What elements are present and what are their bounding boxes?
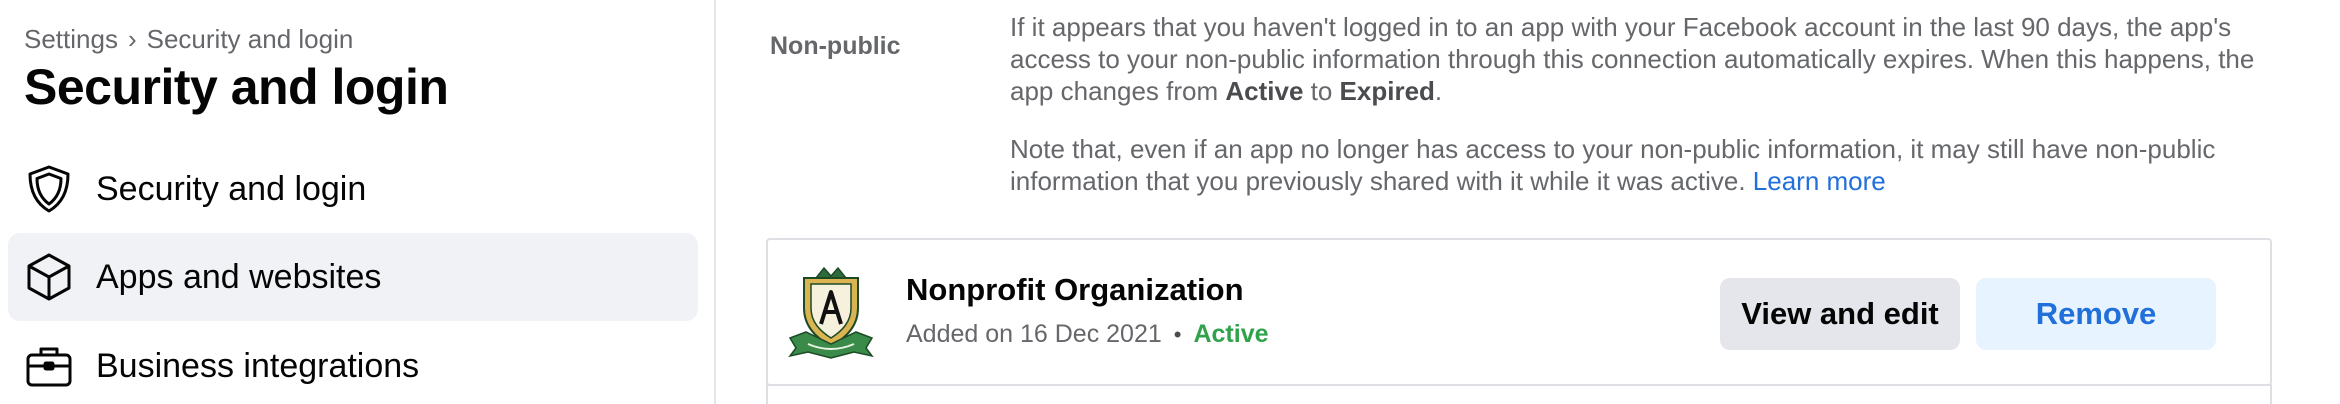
remove-button[interactable]: Remove bbox=[1976, 278, 2216, 350]
breadcrumb-parent-link[interactable]: Settings bbox=[24, 24, 118, 55]
non-public-expiry-text: If it appears that you haven't logged in… bbox=[1010, 11, 2260, 107]
text-segment: Note that, even if an app no longer has … bbox=[1010, 134, 2216, 196]
next-app-row bbox=[766, 384, 2272, 404]
crest-logo-icon bbox=[786, 264, 876, 360]
non-public-label: Non-public bbox=[770, 32, 901, 60]
meta-separator: • bbox=[1173, 321, 1182, 347]
briefcase-icon bbox=[24, 341, 74, 391]
app-name[interactable]: Nonprofit Organization bbox=[906, 272, 1244, 308]
shield-icon bbox=[24, 164, 74, 214]
app-added-date: Added on 16 Dec 2021 bbox=[906, 320, 1162, 348]
active-term: Active bbox=[1225, 76, 1304, 106]
text-segment: to bbox=[1303, 76, 1340, 106]
app-row: Nonprofit Organization Added on 16 Dec 2… bbox=[766, 238, 2272, 386]
sidebar-item-security-and-login[interactable]: Security and login bbox=[8, 145, 698, 233]
status-badge: Active bbox=[1193, 320, 1269, 348]
cube-icon bbox=[24, 252, 74, 302]
breadcrumb-current: Security and login bbox=[146, 24, 354, 54]
sidebar-item-label: Security and login bbox=[96, 169, 367, 208]
settings-sidebar: Settings › Security and login Security a… bbox=[0, 0, 716, 404]
sidebar-item-label: Apps and websites bbox=[96, 257, 382, 296]
breadcrumb: Settings › Security and login bbox=[24, 24, 353, 55]
non-public-note-text: Note that, even if an app no longer has … bbox=[1010, 133, 2260, 197]
sidebar-item-label: Business integrations bbox=[96, 346, 420, 385]
page-title: Security and login bbox=[24, 59, 449, 115]
view-and-edit-button[interactable]: View and edit bbox=[1720, 278, 1960, 350]
breadcrumb-separator: › bbox=[127, 24, 137, 54]
app-meta: Added on 16 Dec 2021 • Active bbox=[906, 320, 1269, 349]
sidebar-item-business-integrations[interactable]: Business integrations bbox=[8, 322, 698, 404]
text-segment: . bbox=[1434, 76, 1443, 106]
learn-more-link[interactable]: Learn more bbox=[1753, 166, 1886, 196]
main-content: Non-public If it appears that you haven'… bbox=[716, 0, 2340, 404]
settings-page: Settings › Security and login Security a… bbox=[0, 0, 2340, 404]
text-segment: If it appears that you haven't logged in… bbox=[1010, 12, 2255, 106]
expired-term: Expired bbox=[1339, 76, 1435, 106]
sidebar-item-apps-and-websites[interactable]: Apps and websites bbox=[8, 233, 698, 321]
